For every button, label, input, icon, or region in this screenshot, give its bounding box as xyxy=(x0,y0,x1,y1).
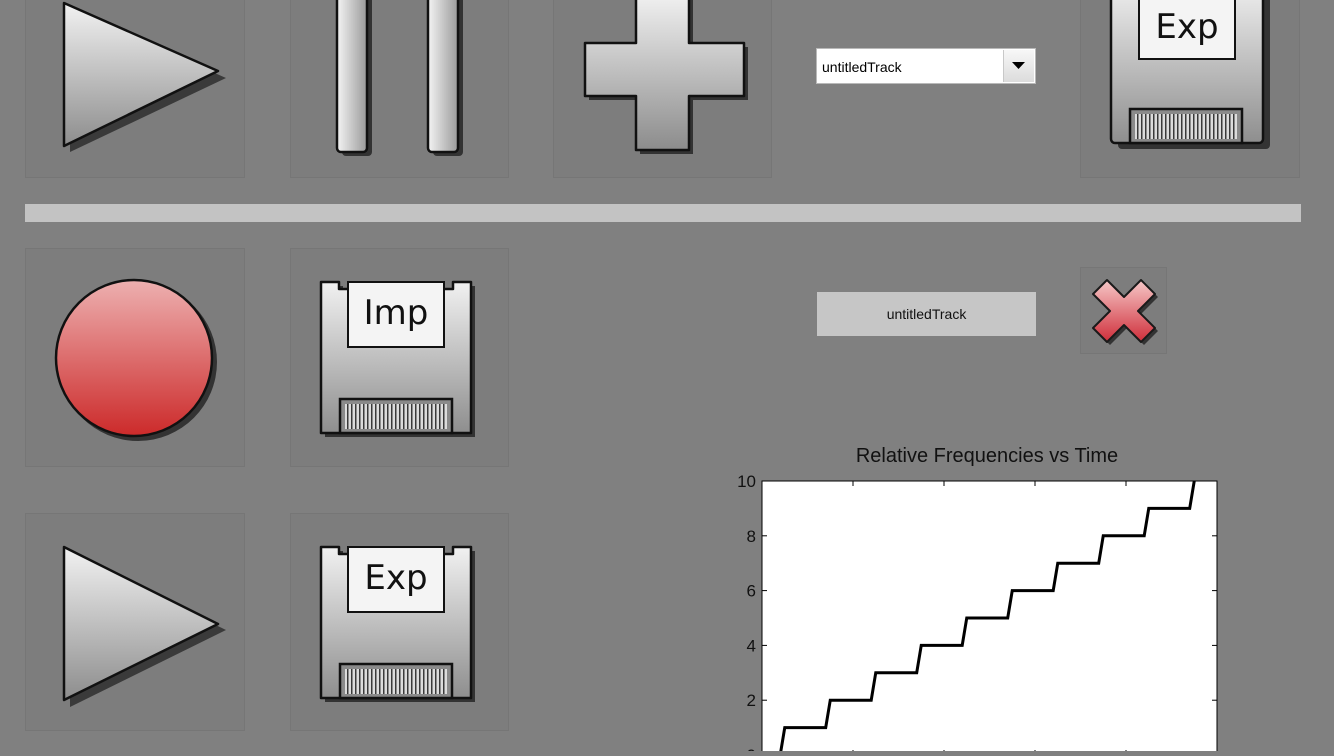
chart-title: Relative Frequencies vs Time xyxy=(856,445,1118,467)
dropdown-arrow-icon[interactable] xyxy=(1003,50,1034,82)
y-tick-label: 0 xyxy=(747,746,756,751)
floppy-disk-icon xyxy=(319,545,475,702)
track-select-value: untitledTrack xyxy=(822,59,902,75)
y-tick-label: 6 xyxy=(747,582,756,601)
track-name-value: untitledTrack xyxy=(886,306,967,322)
divider-bar xyxy=(25,204,1301,222)
y-tick-label: 8 xyxy=(747,527,756,546)
export-button-bottom[interactable]: Exp xyxy=(290,513,509,731)
plot-area xyxy=(761,480,1218,756)
play-button-bottom[interactable] xyxy=(25,513,245,731)
y-tick-label: 10 xyxy=(737,472,756,491)
play-button[interactable] xyxy=(25,0,245,178)
frequency-chart: Relative Frequencies vs Time 0 2 4 6 8 10 xyxy=(700,436,1260,756)
play-icon xyxy=(62,1,226,152)
pause-button[interactable] xyxy=(290,0,509,178)
chart-svg: Relative Frequencies vs Time 0 2 4 6 8 10 xyxy=(737,445,1218,756)
import-button[interactable]: Imp xyxy=(290,248,509,467)
floppy-disk-icon xyxy=(319,280,475,437)
track-name-field[interactable]: untitledTrack xyxy=(817,292,1036,336)
record-icon xyxy=(54,278,217,441)
import-label: Imp xyxy=(363,293,429,333)
export-label-top: Exp xyxy=(1155,7,1219,47)
plus-icon xyxy=(583,0,748,154)
pause-icon xyxy=(335,0,463,156)
export-label-bottom: Exp xyxy=(364,558,428,598)
y-tick-label: 4 xyxy=(747,636,756,655)
play-icon xyxy=(62,545,226,707)
record-button[interactable] xyxy=(25,248,245,467)
delete-track-button[interactable] xyxy=(1080,267,1167,354)
y-tick-label: 2 xyxy=(747,691,756,710)
close-x-icon xyxy=(1092,279,1158,345)
track-select[interactable]: untitledTrack xyxy=(816,48,1036,84)
export-button-top[interactable]: Exp xyxy=(1080,0,1300,178)
add-track-button[interactable] xyxy=(553,0,772,178)
